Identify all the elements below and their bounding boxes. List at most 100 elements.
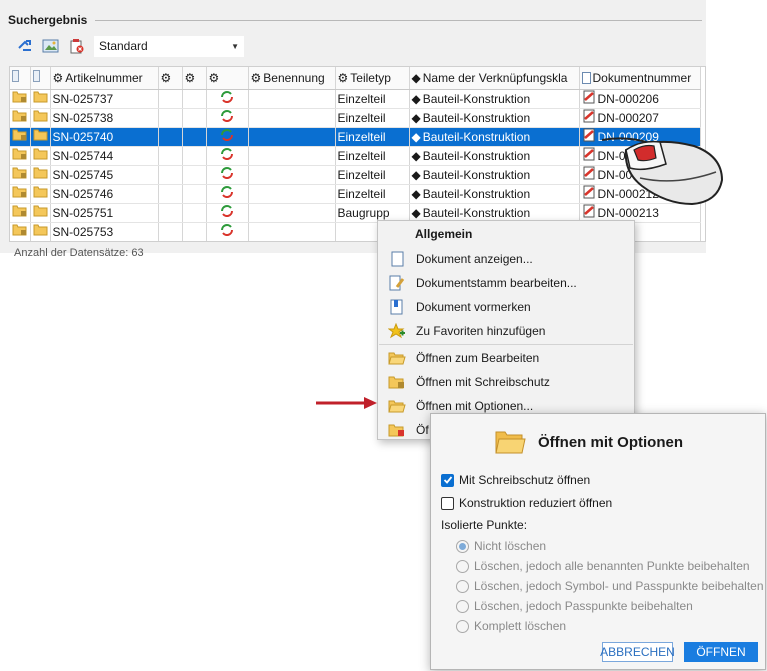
menu-item-open-readonly[interactable]: Öffnen mit Schreibschutz (378, 370, 634, 394)
cell-empty (182, 203, 207, 223)
cell-benennung[interactable] (248, 89, 336, 109)
lock-folder-icon (10, 184, 31, 204)
delete-list-icon[interactable] (66, 35, 88, 57)
radio-label: Komplett löschen (474, 619, 567, 633)
col-header-artikelnummer[interactable]: ⚙ Artikelnummer (50, 67, 159, 90)
table-row[interactable]: SN-025738 Einzelteil ◆ Bauteil-Konstruktion… (10, 108, 701, 128)
document-blocked-icon (582, 166, 596, 183)
radio-keep-named[interactable]: Löschen, jedoch alle benannten Punkte be… (456, 559, 750, 573)
cell-verknuepfung[interactable]: ◆ Bauteil-Konstruktion (409, 165, 580, 185)
gear-icon: ⚙ (337, 70, 349, 85)
cell-teiletyp[interactable]: Einzelteil (335, 165, 410, 185)
gear-icon: ⚙ (184, 70, 196, 85)
col-header-gear-2[interactable]: ⚙ (182, 67, 207, 90)
document-blocked-icon (582, 147, 596, 164)
sync-status-icon (206, 89, 249, 109)
cell-verknuepfung[interactable]: ◆ Bauteil-Konstruktion (409, 127, 580, 147)
cell-verknuepfung[interactable]: ◆ Bauteil-Konstruktion (409, 89, 580, 109)
cell-artikelnummer[interactable]: SN-025737 (50, 89, 159, 109)
col-header-label: Teiletyp (350, 70, 391, 85)
table-row[interactable]: SN-025737 Einzelteil ◆ Bauteil-Konstruktion… (10, 89, 701, 109)
cell-benennung[interactable] (248, 127, 336, 147)
sync-status-icon (206, 203, 249, 223)
menu-item-open-edit[interactable]: Öffnen zum Bearbeiten (378, 346, 634, 370)
cell-artikelnummer[interactable]: SN-025745 (50, 165, 159, 185)
cell-benennung[interactable] (248, 108, 336, 128)
cell-teiletyp[interactable]: Einzelteil (335, 127, 410, 147)
open-button[interactable]: ÖFFNEN (684, 642, 758, 662)
lock-folder-icon (10, 127, 31, 147)
dialog-title: Öffnen mit Optionen (538, 433, 683, 451)
record-count: Anzahl der Datensätze: 63 (14, 247, 144, 259)
cell-dokumentnummer[interactable]: DN-000206 (579, 89, 701, 109)
cell-benennung[interactable] (248, 222, 336, 241)
panel-title: Suchergebnis (8, 13, 88, 27)
gear-icon: ⚙ (160, 70, 172, 85)
header-divider (95, 19, 702, 21)
lock-folder-icon (10, 203, 31, 223)
cell-verknuepfung[interactable]: ◆ Bauteil-Konstruktion (409, 184, 580, 204)
link-icon: ◆ (411, 91, 421, 106)
col-header-type[interactable] (30, 67, 51, 90)
lock-folder-icon (10, 89, 31, 109)
cell-artikelnummer[interactable]: SN-025740 (50, 127, 159, 147)
menu-item-bookmark[interactable]: Dokument vormerken (378, 295, 634, 319)
cell-teiletyp[interactable]: Einzelteil (335, 184, 410, 204)
radio-keep-pass[interactable]: Löschen, jedoch Passpunkte beibehalten (456, 599, 693, 613)
cell-artikelnummer[interactable]: SN-025753 (50, 222, 159, 241)
cancel-button[interactable]: ABBRECHEN (600, 642, 675, 662)
col-header-gear-3[interactable]: ⚙ (206, 67, 249, 90)
star-icon (387, 322, 407, 340)
col-header-dokumentnummer[interactable]: Dokumentnummer (579, 67, 701, 90)
toolbar: Standard ▼ (14, 35, 244, 57)
menu-item-edit-master[interactable]: Dokumentstamm bearbeiten... (378, 271, 634, 295)
col-header-verknuepfung[interactable]: ◆ Name der Verknüpfungskla (409, 67, 580, 90)
document-blocked-icon (582, 128, 596, 145)
cell-verknuepfung[interactable]: ◆ Bauteil-Konstruktion (409, 108, 580, 128)
radio-label: Löschen, jedoch Symbol- und Passpunkte b… (474, 579, 764, 593)
cell-benennung[interactable] (248, 203, 336, 223)
radio-nicht-loeschen[interactable]: Nicht löschen (456, 539, 546, 553)
menu-item-add-favorite[interactable]: Zu Favoriten hinzufügen (378, 319, 634, 343)
link-icon: ◆ (411, 167, 421, 182)
mouse-illustration-icon (601, 137, 724, 206)
cell-benennung[interactable] (248, 146, 336, 166)
sync-status-icon (206, 127, 249, 147)
folder-icon (30, 165, 51, 185)
cell-empty (158, 89, 183, 109)
cell-empty (182, 165, 207, 185)
col-header-gear-1[interactable]: ⚙ (158, 67, 183, 90)
menu-item-show-document[interactable]: Dokument anzeigen... (378, 247, 634, 271)
cell-empty (158, 127, 183, 147)
radio-keep-symbol[interactable]: Löschen, jedoch Symbol- und Passpunkte b… (456, 579, 764, 593)
result-panel: Suchergebnis Standard ▼ ⚙ Artikelnummer … (0, 0, 706, 259)
cell-benennung[interactable] (248, 184, 336, 204)
radio-delete-all[interactable]: Komplett löschen (456, 619, 566, 633)
col-header-status[interactable] (10, 67, 31, 90)
cell-artikelnummer[interactable]: SN-025746 (50, 184, 159, 204)
folder-delete-icon (387, 421, 407, 439)
cell-empty (158, 203, 183, 223)
menu-item-label: Öffnen mit Schreibschutz (416, 375, 550, 389)
col-header-benennung[interactable]: ⚙ Benennung (248, 67, 336, 90)
cell-empty (182, 222, 207, 241)
cell-teiletyp[interactable]: Einzelteil (335, 108, 410, 128)
readonly-checkbox[interactable]: Mit Schreibschutz öffnen (441, 473, 590, 487)
cell-artikelnummer[interactable]: SN-025751 (50, 203, 159, 223)
chevron-down-icon: ▼ (231, 41, 239, 51)
cell-benennung[interactable] (248, 165, 336, 185)
folder-icon (30, 184, 51, 204)
cell-teiletyp[interactable]: Einzelteil (335, 89, 410, 109)
image-view-icon[interactable] (40, 35, 62, 57)
link-icon: ◆ (411, 148, 421, 163)
cell-verknuepfung[interactable]: ◆ Bauteil-Konstruktion (409, 146, 580, 166)
reduced-checkbox[interactable]: Konstruktion reduziert öffnen (441, 496, 612, 510)
view-select[interactable]: Standard ▼ (94, 35, 244, 57)
cell-teiletyp[interactable]: Einzelteil (335, 146, 410, 166)
col-header-teiletyp[interactable]: ⚙ Teiletyp (335, 67, 410, 90)
cell-artikelnummer[interactable]: SN-025744 (50, 146, 159, 166)
context-menu: Allgemein Dokument anzeigen... Dokuments… (377, 220, 635, 440)
cell-artikelnummer[interactable]: SN-025738 (50, 108, 159, 128)
cell-dokumentnummer[interactable]: DN-000207 (579, 108, 701, 128)
refresh-icon[interactable] (14, 35, 36, 57)
